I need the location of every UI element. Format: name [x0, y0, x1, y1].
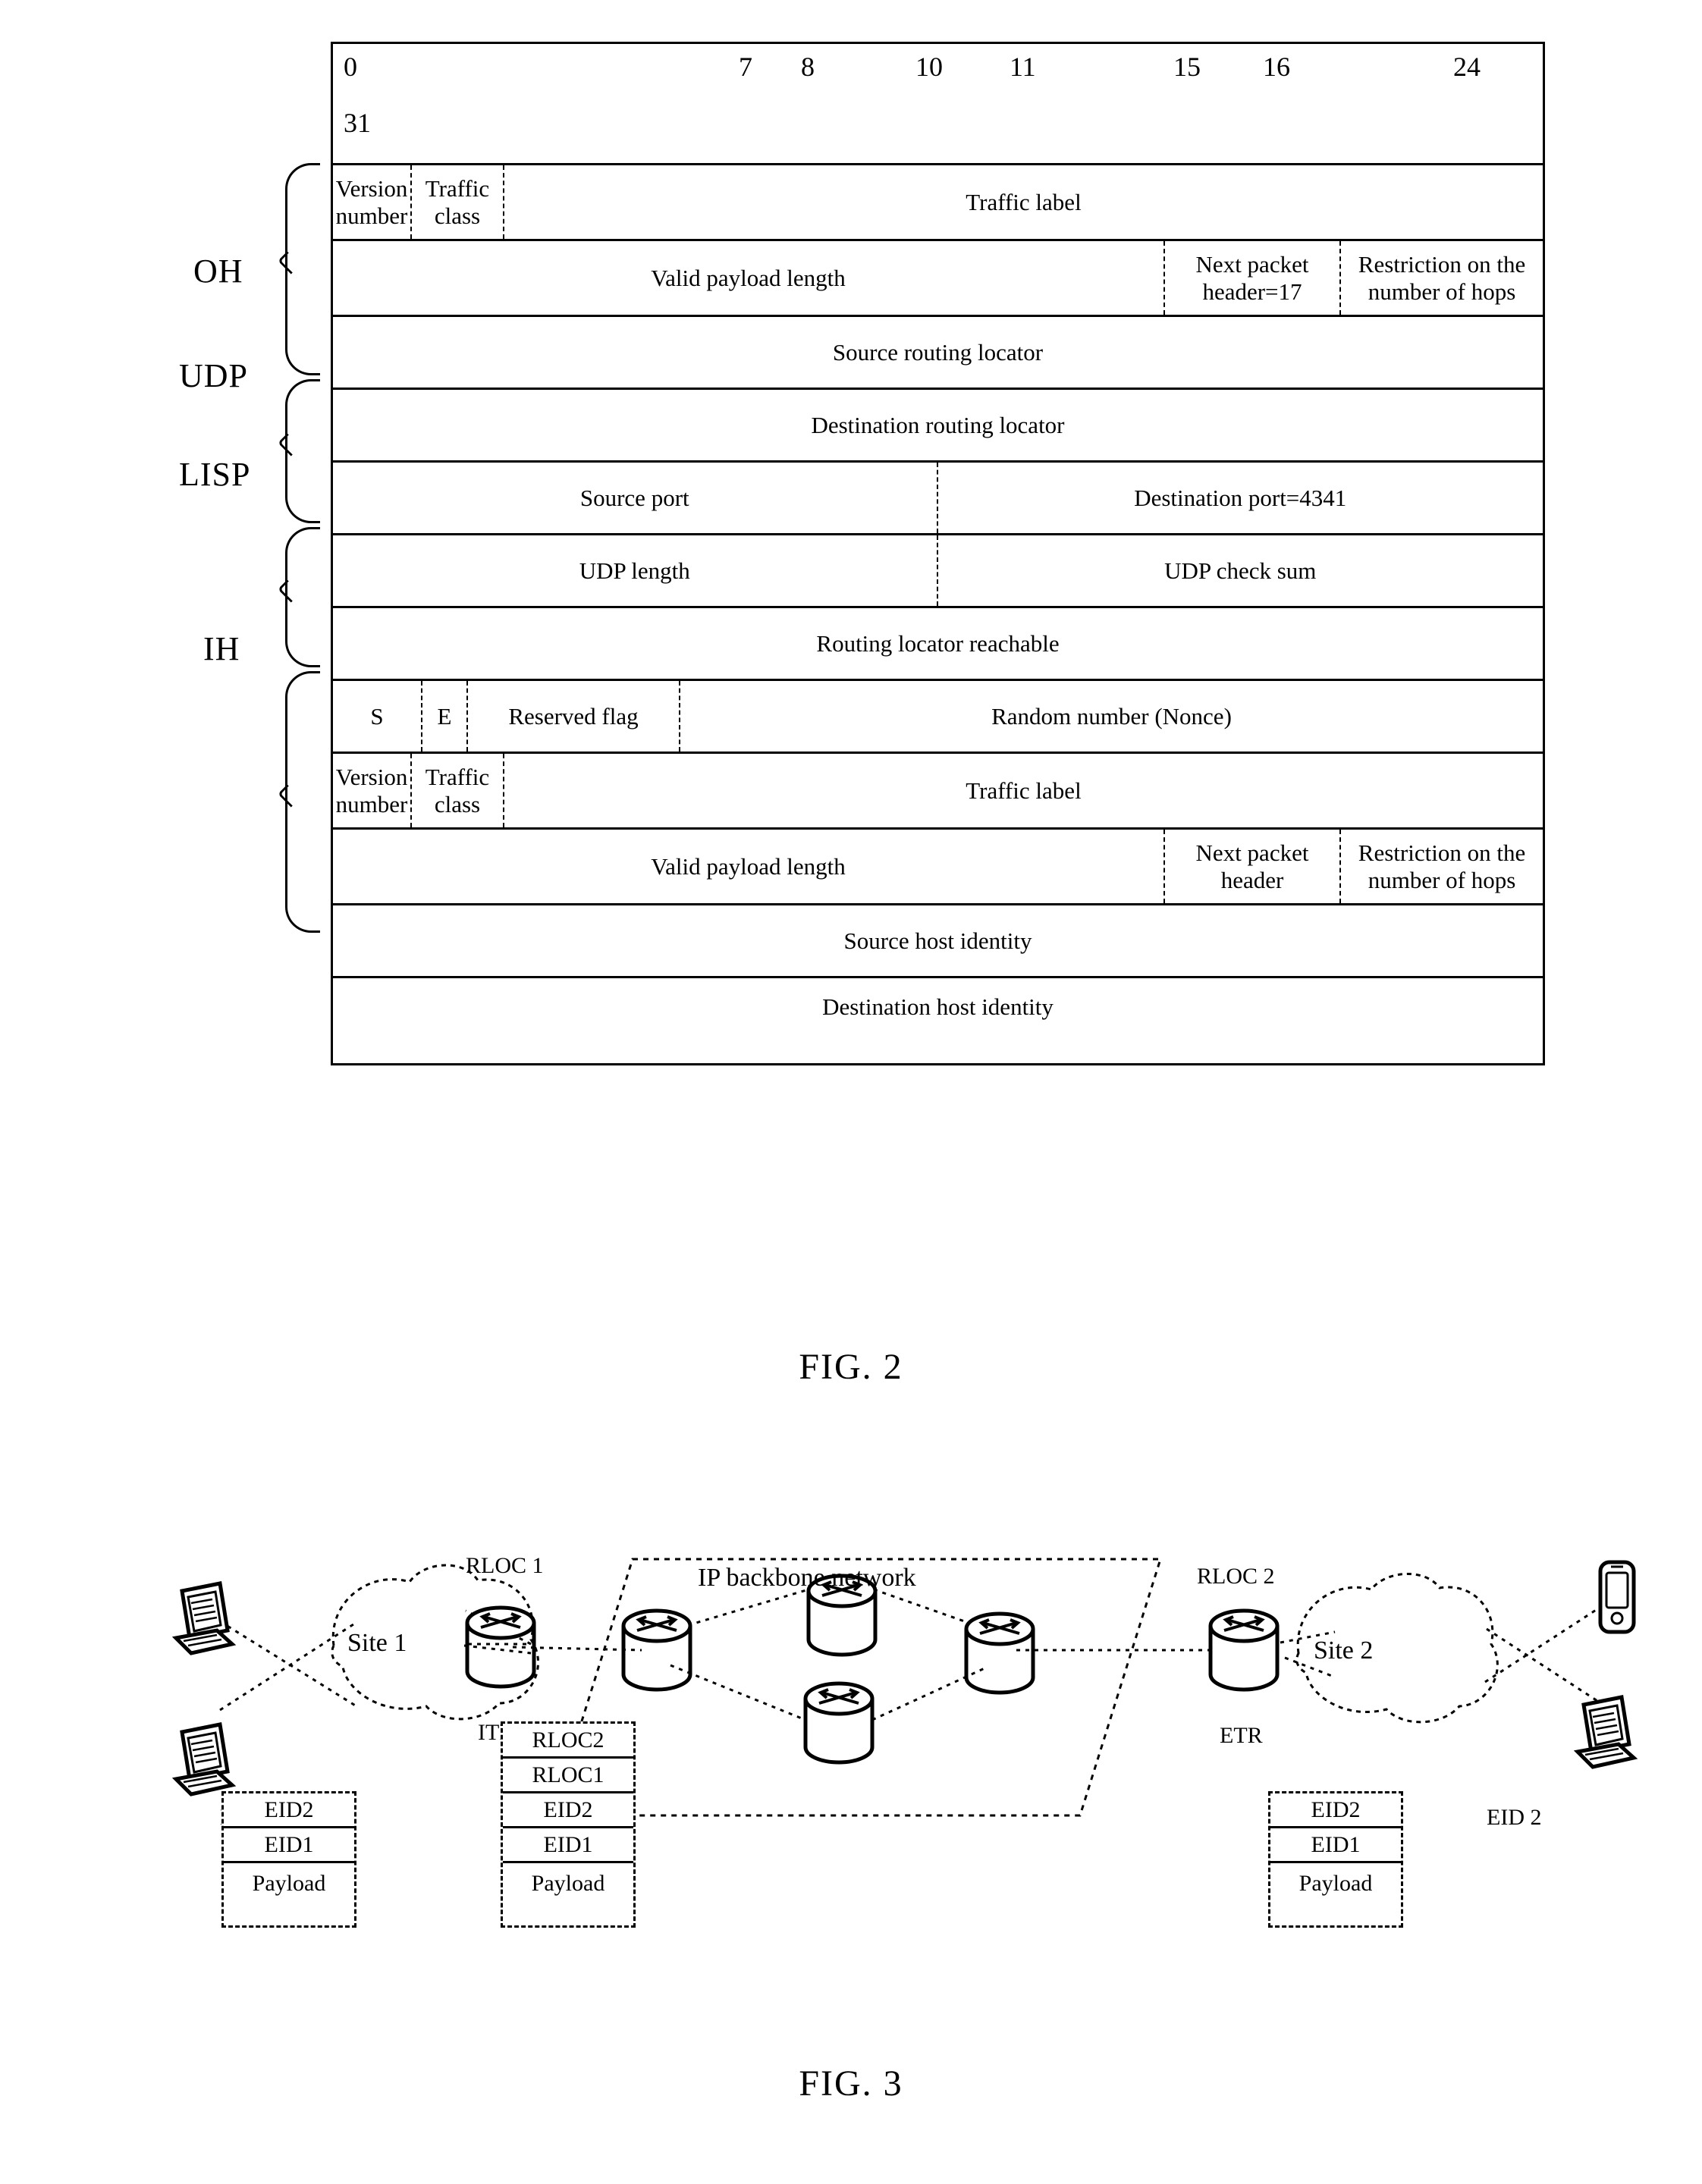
bit-tick-16: 16 [1263, 52, 1290, 82]
section-label-ih: IH [203, 630, 240, 667]
site-1-label: Site 1 [347, 1629, 407, 1657]
packet-segment: EID1 [1270, 1828, 1401, 1863]
router-etr [1211, 1611, 1277, 1690]
bit-index-ruler: 0 7 8 10 11 15 16 24 31 [333, 44, 1543, 165]
eid-2-label: EID 2 [1487, 1805, 1542, 1830]
table-row: Destination routing locator [333, 390, 1543, 463]
field-routing-locator-reachable: Routing locator reachable [816, 629, 1060, 657]
packet-segment: Payload [1298, 1871, 1373, 1896]
bit-tick-31: 31 [344, 108, 371, 138]
table-row: Source routing locator [333, 317, 1543, 390]
table-row: Version number Traffic class Traffic lab… [333, 754, 1543, 830]
field-next-packet-header-oh: Next packet header=17 [1165, 241, 1341, 315]
table-row: Routing locator reachable [333, 608, 1543, 681]
brace-udp [285, 379, 320, 523]
bit-tick-15: 15 [1173, 52, 1201, 82]
field-traffic-class-ih: Traffic class [412, 754, 504, 827]
packet-segment: EID2 [1270, 1793, 1401, 1828]
packet-segment: EID2 [503, 1793, 633, 1828]
bit-tick-8: 8 [801, 52, 815, 82]
host-eid1-top [176, 1583, 232, 1653]
router-backbone-3 [805, 1684, 872, 1762]
section-label-oh: OH [193, 253, 243, 290]
bit-tick-10: 10 [915, 52, 943, 82]
packet-segment: Payload [252, 1871, 326, 1896]
field-flag-e: E [422, 681, 468, 752]
table-row: Valid payload length Next packet header … [333, 830, 1543, 905]
packet-box-right: EID2 EID1 Payload [1268, 1791, 1403, 1928]
packet-box-left: EID2 EID1 Payload [221, 1791, 356, 1928]
field-valid-payload-length-ih: Valid payload length [333, 830, 1165, 903]
ip-backbone-label: IP backbone network [698, 1564, 916, 1592]
table-row: Source host identity [333, 905, 1543, 978]
field-traffic-label-ih: Traffic label [966, 777, 1082, 804]
figure-3-caption: FIG. 3 [799, 2063, 903, 2104]
field-hop-limit-ih: Restriction on the number of hops [1358, 839, 1526, 893]
packet-format-table: 0 7 8 10 11 15 16 24 31 Version number T… [331, 42, 1545, 1065]
field-udp-length: UDP length [333, 535, 938, 606]
field-hop-limit-oh: Restriction on the number of hops [1358, 250, 1526, 305]
field-version-number-oh: Version number [333, 165, 412, 239]
field-version-number-ih: Version number [333, 754, 412, 827]
field-traffic-label-oh: Traffic label [966, 188, 1082, 215]
field-destination-host-identity: Destination host identity [822, 993, 1054, 1020]
host-eid2-phone [1600, 1562, 1634, 1632]
bit-tick-24: 24 [1453, 52, 1481, 82]
field-source-port: Source port [333, 463, 938, 533]
table-row: Valid payload length Next packet header=… [333, 241, 1543, 317]
figure-2-caption: FIG. 2 [799, 1347, 903, 1387]
bit-tick-7: 7 [739, 52, 752, 82]
field-destination-port: Destination port=4341 [1134, 484, 1347, 511]
field-next-packet-header-ih: Next packet header [1165, 830, 1341, 903]
field-udp-checksum: UDP check sum [1164, 557, 1317, 584]
packet-segment: RLOC1 [503, 1759, 633, 1793]
field-source-host-identity: Source host identity [843, 927, 1032, 954]
site-2-label: Site 2 [1314, 1636, 1374, 1665]
bit-tick-11: 11 [1010, 52, 1036, 82]
figure-2: OH UDP LISP IH 0 7 8 10 11 15 16 24 31 V… [0, 0, 1702, 1410]
field-valid-payload-length-oh: Valid payload length [333, 241, 1165, 315]
rloc-1-label: RLOC 1 [466, 1553, 544, 1578]
host-eid2-pc [1578, 1697, 1634, 1767]
table-row: Destination host identity [333, 978, 1543, 1063]
packet-segment: EID2 [224, 1793, 354, 1828]
brace-lisp [285, 527, 320, 667]
table-row: Source port Destination port=4341 [333, 463, 1543, 535]
table-row: Version number Traffic class Traffic lab… [333, 165, 1543, 241]
bit-tick-0: 0 [344, 52, 357, 82]
packet-segment: RLOC2 [503, 1724, 633, 1759]
host-eid1-bottom [176, 1724, 232, 1794]
section-label-udp: UDP [179, 357, 249, 394]
table-row: UDP length UDP check sum [333, 535, 1543, 608]
table-row: S E Reserved flag Random number (Nonce) [333, 681, 1543, 754]
packet-segment: EID1 [224, 1828, 354, 1863]
field-random-number-nonce: Random number (Nonce) [991, 702, 1232, 730]
packet-segment: Payload [531, 1871, 605, 1896]
etr-label: ETR [1220, 1723, 1263, 1748]
field-reserved-flag: Reserved flag [468, 681, 680, 752]
section-label-lisp: LISP [179, 456, 251, 493]
figure-3: Site 1 Site 2 RLOC 1 RLOC 2 ITR ETR IP b… [0, 1426, 1702, 2184]
router-backbone-4 [966, 1614, 1033, 1693]
packet-box-middle: RLOC2 RLOC1 EID2 EID1 Payload [501, 1721, 636, 1928]
packet-segment: EID1 [503, 1828, 633, 1863]
brace-ih [285, 671, 320, 933]
field-destination-routing-locator: Destination routing locator [811, 411, 1065, 438]
brace-oh [285, 163, 320, 375]
field-flag-s: S [333, 681, 422, 752]
field-source-routing-locator: Source routing locator [832, 338, 1044, 366]
field-traffic-class-oh: Traffic class [412, 165, 504, 239]
rloc-2-label: RLOC 2 [1197, 1564, 1275, 1589]
